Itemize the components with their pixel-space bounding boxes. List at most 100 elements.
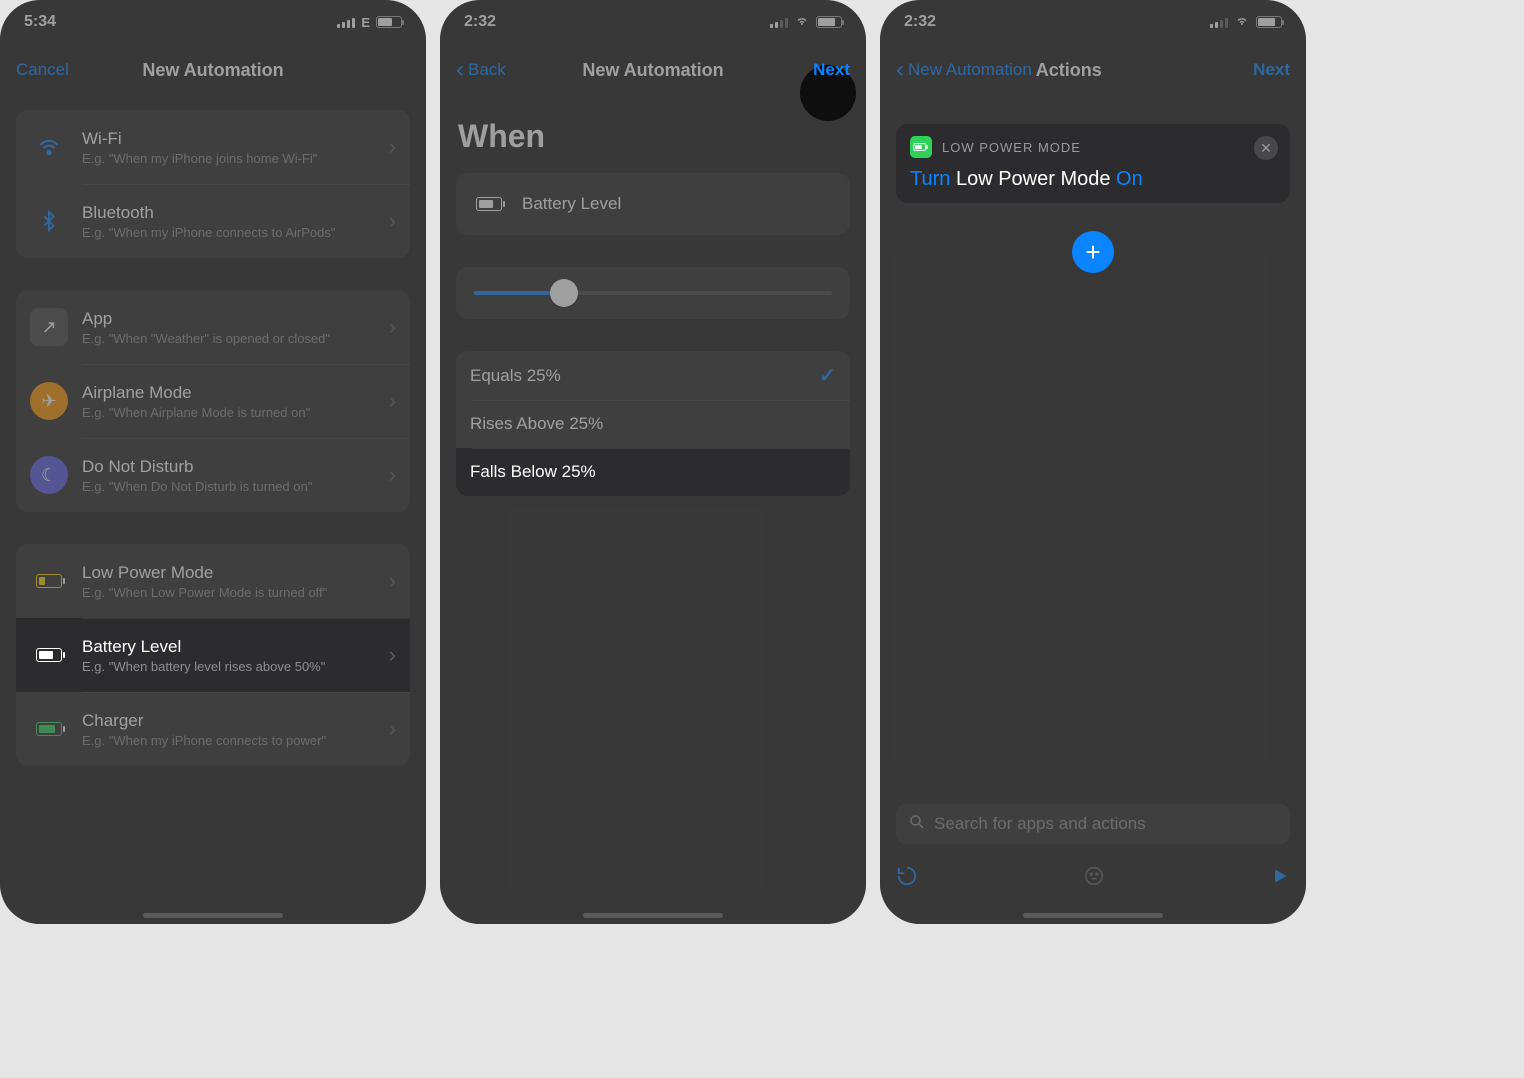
row-title: Bluetooth bbox=[82, 203, 389, 223]
row-subtitle: E.g. "When Low Power Mode is turned off" bbox=[82, 585, 389, 600]
action-card-header: LOW POWER MODE bbox=[910, 136, 1276, 158]
trigger-do-not-disturb[interactable]: ☾ Do Not Disturb E.g. "When Do Not Distu… bbox=[16, 438, 410, 512]
action-card-low-power-mode[interactable]: LOW POWER MODE ✕ Turn Low Power Mode On bbox=[896, 124, 1290, 203]
undo-icon[interactable] bbox=[896, 865, 918, 892]
when-heading: When bbox=[458, 118, 850, 155]
trigger-summary: Battery Level bbox=[456, 173, 850, 235]
screen-new-automation-triggers: 5:34 E Cancel New Automation Wi-Fi E.g. … bbox=[0, 0, 426, 924]
trigger-charger[interactable]: Charger E.g. "When my iPhone connects to… bbox=[16, 692, 410, 766]
play-icon[interactable] bbox=[1270, 866, 1290, 891]
trigger-wifi[interactable]: Wi-Fi E.g. "When my iPhone joins home Wi… bbox=[16, 110, 410, 184]
next-button[interactable]: Next bbox=[1253, 60, 1290, 80]
battery-level-icon bbox=[470, 185, 508, 223]
home-indicator[interactable] bbox=[143, 913, 283, 918]
add-action-button[interactable]: + bbox=[1072, 231, 1114, 273]
row-title: Do Not Disturb bbox=[82, 457, 389, 477]
trigger-app[interactable]: ↗ App E.g. "When "Weather" is opened or … bbox=[16, 290, 410, 364]
row-subtitle: E.g. "When my iPhone connects to AirPods… bbox=[82, 225, 389, 240]
cancel-button[interactable]: Cancel bbox=[16, 60, 69, 80]
chevron-right-icon: › bbox=[389, 314, 396, 340]
option-label: Rises Above 25% bbox=[470, 414, 603, 434]
battery-config: When Battery Level Equals 25% ✓ Rises Ab… bbox=[440, 96, 866, 924]
search-input[interactable]: Search for apps and actions bbox=[896, 804, 1290, 844]
row-subtitle: E.g. "When Airplane Mode is turned on" bbox=[82, 405, 389, 420]
status-time: 5:34 bbox=[24, 13, 56, 31]
home-indicator[interactable] bbox=[1023, 913, 1163, 918]
home-indicator[interactable] bbox=[583, 913, 723, 918]
trigger-airplane-mode[interactable]: ✈ Airplane Mode E.g. "When Airplane Mode… bbox=[16, 364, 410, 438]
row-title: Low Power Mode bbox=[82, 563, 389, 583]
condition-options: Equals 25% ✓ Rises Above 25% Falls Below… bbox=[456, 351, 850, 496]
row-subtitle: E.g. "When my iPhone joins home Wi-Fi" bbox=[82, 151, 389, 166]
page-title: New Automation bbox=[582, 60, 723, 81]
action-verb[interactable]: Turn bbox=[910, 168, 950, 190]
status-bar: 2:32 bbox=[440, 0, 866, 44]
trigger-group-network: Wi-Fi E.g. "When my iPhone joins home Wi… bbox=[16, 110, 410, 258]
status-bar: 2:32 bbox=[880, 0, 1306, 44]
slider-track bbox=[474, 291, 832, 295]
row-title: Wi-Fi bbox=[82, 129, 389, 149]
checkmark-icon: ✓ bbox=[819, 363, 836, 388]
chevron-right-icon: › bbox=[389, 716, 396, 742]
trigger-battery-level[interactable]: Battery Level E.g. "When battery level r… bbox=[16, 618, 410, 692]
low-power-icon bbox=[30, 562, 68, 600]
status-icons bbox=[770, 15, 842, 30]
row-title: App bbox=[82, 309, 389, 329]
search-placeholder: Search for apps and actions bbox=[934, 814, 1146, 834]
status-icons bbox=[1210, 15, 1282, 30]
option-equals[interactable]: Equals 25% ✓ bbox=[456, 351, 850, 400]
search-icon bbox=[908, 813, 926, 836]
network-type: E bbox=[361, 15, 370, 30]
action-state[interactable]: On bbox=[1116, 168, 1143, 190]
chevron-right-icon: › bbox=[389, 208, 396, 234]
cellular-icon bbox=[770, 16, 788, 28]
cellular-icon bbox=[1210, 16, 1228, 28]
moon-icon: ☾ bbox=[30, 456, 68, 494]
close-icon[interactable]: ✕ bbox=[1254, 136, 1278, 160]
trigger-group-power: Low Power Mode E.g. "When Low Power Mode… bbox=[16, 544, 410, 766]
row-subtitle: E.g. "When "Weather" is opened or closed… bbox=[82, 331, 389, 346]
option-falls-below[interactable]: Falls Below 25% bbox=[456, 448, 850, 496]
page-title: Actions bbox=[1036, 60, 1102, 81]
option-rises-above[interactable]: Rises Above 25% bbox=[456, 400, 850, 448]
trigger-bluetooth[interactable]: Bluetooth E.g. "When my iPhone connects … bbox=[16, 184, 410, 258]
chevron-right-icon: › bbox=[389, 642, 396, 668]
trigger-low-power-mode[interactable]: Low Power Mode E.g. "When Low Power Mode… bbox=[16, 544, 410, 618]
screen-actions: 2:32 ‹New Automation Actions Next LOW PO… bbox=[880, 0, 1306, 924]
battery-level-icon bbox=[30, 636, 68, 674]
chevron-right-icon: › bbox=[389, 134, 396, 160]
row-title: Airplane Mode bbox=[82, 383, 389, 403]
row-title: Battery Level bbox=[82, 637, 389, 657]
chevron-right-icon: › bbox=[389, 462, 396, 488]
slider-thumb[interactable] bbox=[550, 279, 578, 307]
chevron-left-icon: ‹ bbox=[896, 58, 904, 82]
cellular-icon bbox=[337, 16, 355, 28]
app-icon: ↗ bbox=[30, 308, 68, 346]
nav-bar: ‹Back New Automation Next bbox=[440, 44, 866, 96]
back-button[interactable]: ‹New Automation bbox=[896, 58, 1032, 82]
chevron-right-icon: › bbox=[389, 388, 396, 414]
action-sentence: Turn Low Power Mode On bbox=[910, 168, 1276, 191]
battery-icon bbox=[376, 16, 402, 28]
battery-icon bbox=[816, 16, 842, 28]
wifi-icon bbox=[1234, 15, 1250, 30]
bottom-toolbar bbox=[896, 865, 1290, 892]
next-button[interactable]: Next bbox=[813, 60, 850, 80]
wifi-icon bbox=[30, 128, 68, 166]
row-title: Charger bbox=[82, 711, 389, 731]
screen-battery-level-config: 2:32 ‹Back New Automation Next When Batt… bbox=[440, 0, 866, 924]
page-title: New Automation bbox=[142, 60, 283, 81]
chevron-right-icon: › bbox=[389, 568, 396, 594]
face-icon[interactable] bbox=[1083, 865, 1105, 892]
row-subtitle: E.g. "When battery level rises above 50%… bbox=[82, 659, 389, 674]
status-time: 2:32 bbox=[904, 13, 936, 31]
chevron-left-icon: ‹ bbox=[456, 58, 464, 82]
back-button[interactable]: ‹Back bbox=[456, 58, 506, 82]
nav-bar: ‹New Automation Actions Next bbox=[880, 44, 1306, 96]
row-subtitle: E.g. "When my iPhone connects to power" bbox=[82, 733, 389, 748]
battery-slider[interactable] bbox=[456, 267, 850, 319]
trigger-list: Wi-Fi E.g. "When my iPhone joins home Wi… bbox=[0, 96, 426, 924]
trigger-label: Battery Level bbox=[522, 194, 621, 214]
action-card-title: LOW POWER MODE bbox=[942, 140, 1081, 155]
wifi-icon bbox=[794, 15, 810, 30]
